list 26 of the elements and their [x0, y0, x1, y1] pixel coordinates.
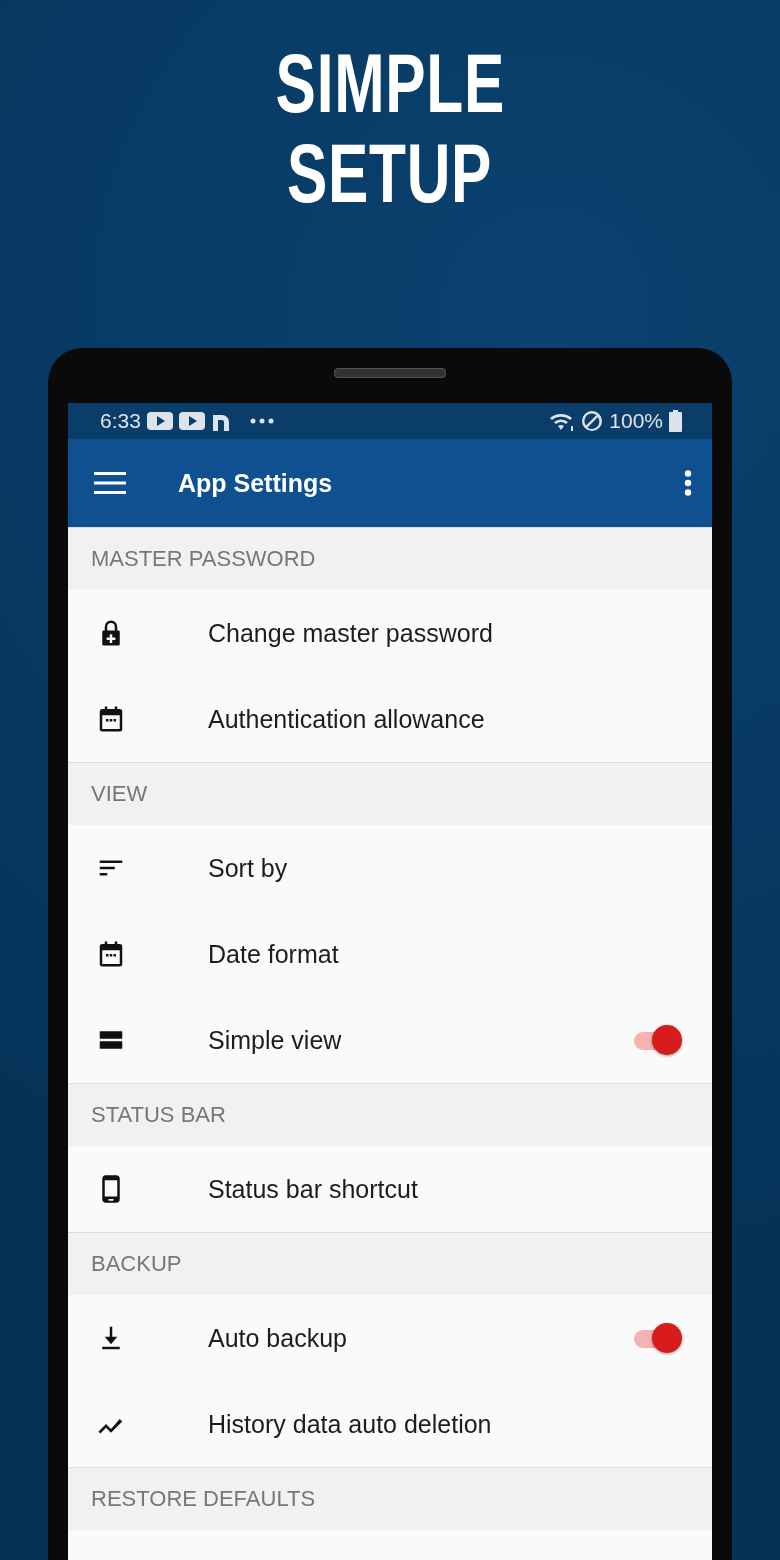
battery-percentage: 100% — [609, 409, 663, 433]
menu-icon[interactable] — [94, 471, 126, 495]
item-label: Status bar shortcut — [208, 1174, 419, 1204]
toggle-switch[interactable] — [632, 1024, 682, 1056]
app-title: App Settings — [178, 468, 334, 498]
battery-icon — [669, 410, 682, 432]
item-label: History data auto deletion — [208, 1409, 493, 1439]
section-header: MASTER PASSWORD — [91, 546, 316, 572]
do-not-disturb-icon — [581, 410, 604, 432]
headline: SIMPLE — [275, 38, 505, 128]
section-header: RESTORE DEFAULTS — [91, 1486, 316, 1512]
section-header: BACKUP — [91, 1251, 182, 1277]
item-label: Authentication allowance — [208, 704, 486, 734]
video-play-icon — [146, 411, 173, 431]
item-label: Date format — [208, 939, 340, 969]
section-header: STATUS BAR — [91, 1102, 226, 1128]
video-play-icon — [178, 411, 205, 431]
item-label: Sort by — [208, 853, 289, 883]
item-label: Change master password — [208, 618, 494, 648]
status-time: 6:33 — [100, 409, 141, 433]
section-header: VIEW — [91, 781, 148, 807]
more-options-icon[interactable] — [684, 470, 692, 496]
item-label: Auto backup — [208, 1323, 348, 1353]
item-label: Simple view — [208, 1025, 343, 1055]
toggle-switch[interactable] — [632, 1322, 682, 1354]
headline: SETUP — [287, 128, 493, 218]
